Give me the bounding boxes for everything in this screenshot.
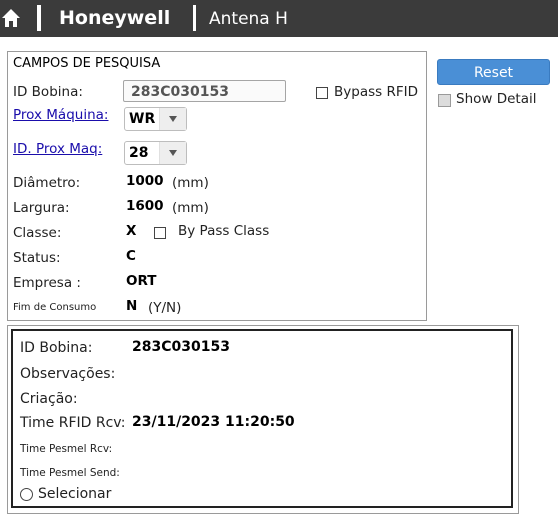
status-value: C bbox=[126, 248, 136, 264]
fim-consumo-label: Fim de Consumo bbox=[13, 302, 97, 313]
bypass-rfid-checkbox[interactable] bbox=[316, 87, 328, 99]
status-label: Status: bbox=[13, 250, 61, 266]
result-id-bobina-label: ID Bobina: bbox=[20, 340, 93, 356]
top-bar: Honeywell Antena H bbox=[0, 0, 558, 37]
panel-title: CAMPOS DE PESQUISA bbox=[13, 56, 161, 71]
home-icon[interactable] bbox=[1, 8, 21, 28]
classe-value: X bbox=[126, 223, 137, 239]
diametro-value: 1000 bbox=[126, 173, 164, 189]
reset-button[interactable]: Reset bbox=[437, 59, 550, 85]
result-panel: ID Bobina: 283C030153 Observações: Criaç… bbox=[7, 325, 519, 514]
id-prox-maq-value: 28 bbox=[129, 145, 149, 161]
criacao-label: Criação: bbox=[20, 391, 78, 407]
selecionar-label: Selecionar bbox=[38, 486, 112, 502]
chevron-down-icon bbox=[169, 150, 177, 156]
prox-maquina-link[interactable]: Prox Máquina: bbox=[13, 107, 108, 123]
time-pesmel-send-label: Time Pesmel Send: bbox=[20, 467, 120, 479]
id-prox-maq-link[interactable]: ID. Prox Maq: bbox=[13, 141, 102, 157]
bypass-rfid-label: Bypass RFID bbox=[334, 84, 418, 100]
show-detail-label: Show Detail bbox=[456, 91, 537, 107]
bypass-class-checkbox[interactable] bbox=[154, 227, 166, 239]
fim-consumo-unit: (Y/N) bbox=[148, 300, 182, 316]
prox-maquina-value: WR bbox=[129, 111, 156, 127]
divider bbox=[37, 5, 41, 31]
classe-label: Classe: bbox=[13, 225, 62, 241]
selecionar-radio[interactable] bbox=[20, 488, 33, 501]
divider bbox=[193, 5, 196, 31]
largura-value: 1600 bbox=[126, 198, 164, 214]
time-rfid-label: Time RFID Rcv: bbox=[20, 415, 126, 431]
largura-label: Largura: bbox=[13, 200, 70, 216]
bypass-class-label: By Pass Class bbox=[178, 223, 270, 239]
time-rfid-value: 23/11/2023 11:20:50 bbox=[132, 414, 295, 430]
largura-unit: (mm) bbox=[172, 200, 209, 216]
chevron-down-icon bbox=[169, 116, 177, 122]
brand-logo: Honeywell bbox=[59, 7, 171, 29]
id-bobina-input[interactable]: 283C030153 bbox=[123, 80, 286, 102]
empresa-value: ORT bbox=[126, 273, 157, 289]
diametro-unit: (mm) bbox=[172, 175, 209, 191]
id-bobina-label: ID Bobina: bbox=[13, 84, 83, 100]
show-detail-checkbox[interactable] bbox=[438, 94, 451, 107]
result-card: ID Bobina: 283C030153 Observações: Criaç… bbox=[11, 329, 513, 508]
result-id-bobina-value: 283C030153 bbox=[132, 339, 230, 355]
search-panel: CAMPOS DE PESQUISA ID Bobina: 283C030153… bbox=[7, 51, 427, 321]
time-pesmel-rcv-label: Time Pesmel Rcv: bbox=[20, 443, 113, 455]
diametro-label: Diâmetro: bbox=[13, 175, 81, 191]
prox-maquina-select[interactable]: WR bbox=[124, 107, 187, 131]
app-title: Antena H bbox=[209, 9, 288, 29]
id-prox-maq-select[interactable]: 28 bbox=[124, 141, 187, 165]
empresa-label: Empresa : bbox=[13, 275, 81, 291]
observacoes-label: Observações: bbox=[20, 366, 116, 382]
fim-consumo-value: N bbox=[126, 298, 138, 314]
